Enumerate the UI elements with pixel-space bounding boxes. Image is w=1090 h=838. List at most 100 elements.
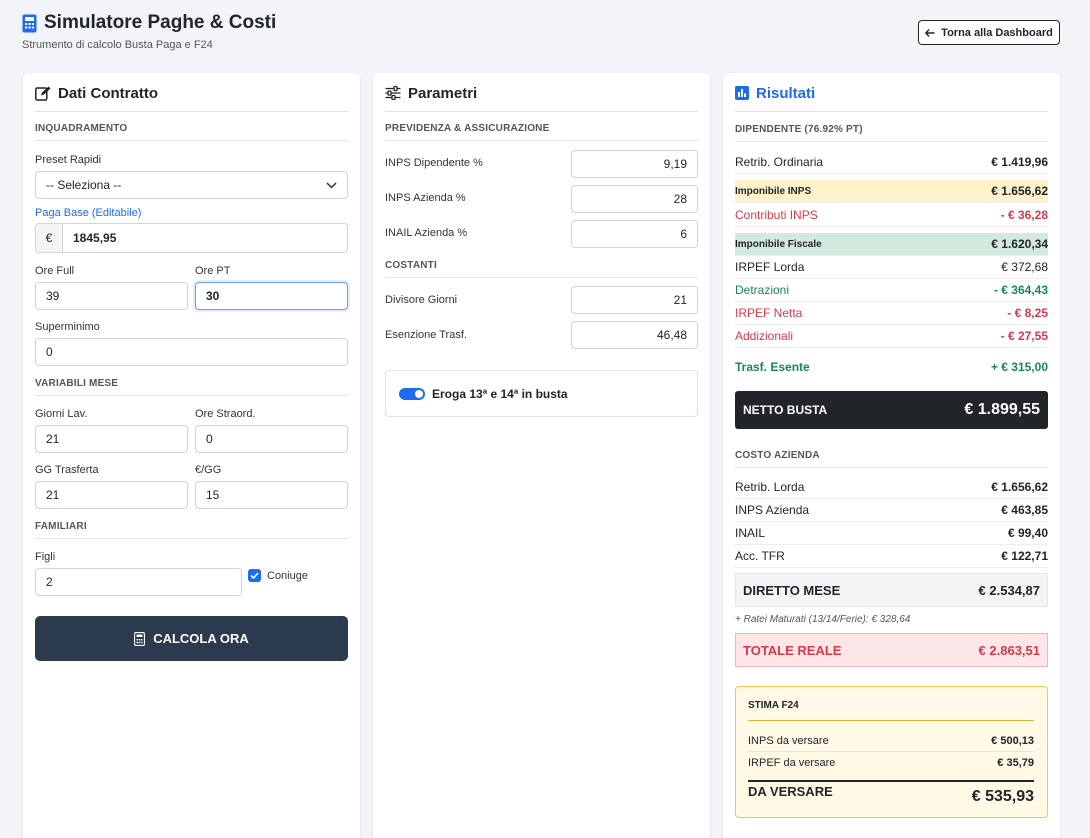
row-value: - € 364,43 (993, 283, 1048, 297)
bar-chart-icon (735, 86, 749, 100)
row-value: € 463,85 (1001, 503, 1048, 517)
result-row-imponibile-inps: Imponibile INPS € 1.656,62 (735, 180, 1048, 203)
result-row-inps-azienda: INPS Azienda € 463,85 (735, 499, 1048, 522)
f24-total-row: DA VERSARE € 535,93 (748, 780, 1034, 808)
gg-trasferta-label: GG Trasferta (35, 464, 99, 476)
netto-busta-box: NETTO BUSTA € 1.899,55 (735, 391, 1048, 429)
row-label: INPS Azienda (735, 503, 810, 517)
inps-azienda-label: INPS Azienda % (385, 192, 466, 204)
inail-azienda-input[interactable]: 6 (571, 220, 698, 248)
result-row-contributi-inps: Contributi INPS - € 36,28 (735, 204, 1048, 227)
ore-pt-input[interactable]: 30 (195, 282, 348, 310)
row-value: € 372,68 (1001, 260, 1048, 274)
tredicesima-toggle-box: Eroga 13ª e 14ª in busta (385, 370, 698, 417)
parameters-card-title: Parametri (385, 85, 698, 112)
paga-base-label: Paga Base (Editabile) (35, 207, 142, 219)
row-label: INAIL (735, 526, 766, 540)
netto-label: NETTO BUSTA (743, 403, 828, 417)
row-value: € 122,71 (1001, 549, 1048, 563)
back-to-dashboard-button[interactable]: Torna alla Dashboard (918, 20, 1060, 45)
tredicesima-switch[interactable] (399, 387, 425, 400)
result-row-acc-tfr: Acc. TFR € 122,71 (735, 545, 1048, 568)
contract-card-title: Dati Contratto (35, 85, 348, 112)
row-label: IRPEF Lorda (735, 260, 805, 274)
ore-full-input[interactable]: 39 (35, 282, 188, 310)
contract-card: Dati Contratto INQUADRAMENTO Preset Rapi… (23, 73, 360, 838)
tredicesima-label: Eroga 13ª e 14ª in busta (432, 386, 568, 401)
ratei-note: + Ratei Maturati (13/14/Ferie): € 328,64 (735, 614, 911, 625)
row-label: Acc. TFR (735, 549, 785, 563)
row-label: IRPEF Netta (735, 306, 803, 320)
parameters-card: Parametri PREVIDENZA & ASSICURAZIONE INP… (373, 73, 710, 838)
arrow-left-icon (925, 28, 935, 37)
result-row-irpef-lorda: IRPEF Lorda € 372,68 (735, 256, 1048, 279)
diretto-label: DIRETTO MESE (743, 582, 841, 598)
netto-value: € 1.899,55 (964, 401, 1040, 418)
f24-total-label: DA VERSARE (748, 784, 833, 799)
superminimo-input[interactable]: 0 (35, 338, 348, 366)
esenzione-input[interactable]: 46,48 (571, 321, 698, 349)
figli-input[interactable]: 2 (35, 568, 242, 596)
currency-addon: € (36, 224, 63, 252)
totale-value: € 2.863,51 (978, 642, 1040, 658)
paga-base-value: 1845,95 (73, 231, 117, 245)
row-value: € 99,40 (1007, 526, 1048, 540)
row-value: - € 8,25 (1007, 306, 1048, 320)
section-variabili: VARIABILI MESE (35, 378, 348, 396)
result-row-irpef-netta: IRPEF Netta - € 8,25 (735, 302, 1048, 325)
f24-irpef-label: IRPEF da versare (748, 757, 836, 769)
f24-row-inps: INPS da versare € 500,13 (748, 730, 1034, 752)
f24-total-value: € 535,93 (971, 788, 1034, 805)
result-row-addizionali: Addizionali - € 27,55 (735, 325, 1048, 348)
superminimo-label: Superminimo (35, 321, 100, 333)
divisore-input[interactable]: 21 (571, 286, 698, 314)
chevron-down-icon (326, 181, 337, 189)
section-dipendente: DIPENDENTE (76.92% PT) (735, 124, 1048, 142)
section-costo-azienda: COSTO AZIENDA (735, 450, 1048, 468)
totale-reale-box: TOTALE REALE € 2.863,51 (735, 633, 1048, 667)
diretto-value: € 2.534,87 (978, 582, 1040, 598)
coniuge-label: Coniuge (267, 570, 308, 582)
row-value: € 1.620,34 (991, 237, 1048, 251)
gg-trasferta-input[interactable]: 21 (35, 481, 188, 509)
row-value: - € 36,28 (1000, 208, 1048, 222)
f24-irpef-value: € 35,79 (997, 757, 1034, 769)
row-value: - € 27,55 (1000, 329, 1048, 343)
figli-label: Figli (35, 551, 56, 563)
paga-base-input[interactable]: € 1845,95 (35, 223, 348, 253)
ore-full-label: Ore Full (35, 265, 75, 277)
result-row-retrib-lorda: Retrib. Lorda € 1.656,62 (735, 476, 1048, 499)
result-row-trasf-esente: Trasf. Esente + € 315,00 (735, 355, 1048, 378)
preset-select[interactable]: -- Seleziona -- (35, 171, 348, 199)
giorni-lav-input[interactable]: 21 (35, 425, 188, 453)
inps-dipendente-input[interactable]: 9,19 (571, 150, 698, 178)
calcola-button[interactable]: CALCOLA ORA (35, 616, 348, 661)
results-card-title: Risultati (735, 85, 1048, 112)
parameters-title-text: Parametri (408, 85, 478, 102)
result-row-imponibile-fiscale: Imponibile Fiscale € 1.620,34 (735, 233, 1048, 256)
row-label: Imponibile Fiscale (735, 238, 822, 250)
preset-label: Preset Rapidi (35, 154, 102, 166)
ore-straord-input[interactable]: 0 (195, 425, 348, 453)
euro-gg-input[interactable]: 15 (195, 481, 348, 509)
result-row-detrazioni: Detrazioni - € 364,43 (735, 279, 1048, 302)
contract-title-text: Dati Contratto (58, 85, 158, 102)
inps-azienda-input[interactable]: 28 (571, 185, 698, 213)
page-subtitle: Strumento di calcolo Busta Paga e F24 (22, 39, 213, 51)
page-header: Simulatore Paghe & Costi Strumento di ca… (22, 12, 276, 51)
diretto-mese-box: DIRETTO MESE € 2.534,87 (735, 573, 1048, 607)
section-costanti: COSTANTI (385, 260, 698, 278)
row-label: Retrib. Ordinaria (735, 155, 824, 169)
inail-azienda-label: INAIL Azienda % (385, 227, 468, 239)
f24-inps-value: € 500,13 (991, 734, 1034, 747)
row-label: Detrazioni (735, 283, 790, 297)
row-value: € 1.419,96 (991, 155, 1048, 169)
edit-icon (35, 86, 51, 101)
coniuge-checkbox[interactable] (248, 569, 261, 582)
row-label: Retrib. Lorda (735, 480, 805, 494)
f24-inps-label: INPS da versare (748, 734, 829, 747)
f24-title: STIMA F24 (748, 700, 1034, 721)
ore-straord-label: Ore Straord. (195, 408, 256, 420)
results-title-text: Risultati (756, 85, 816, 102)
ore-pt-label: Ore PT (195, 265, 231, 277)
